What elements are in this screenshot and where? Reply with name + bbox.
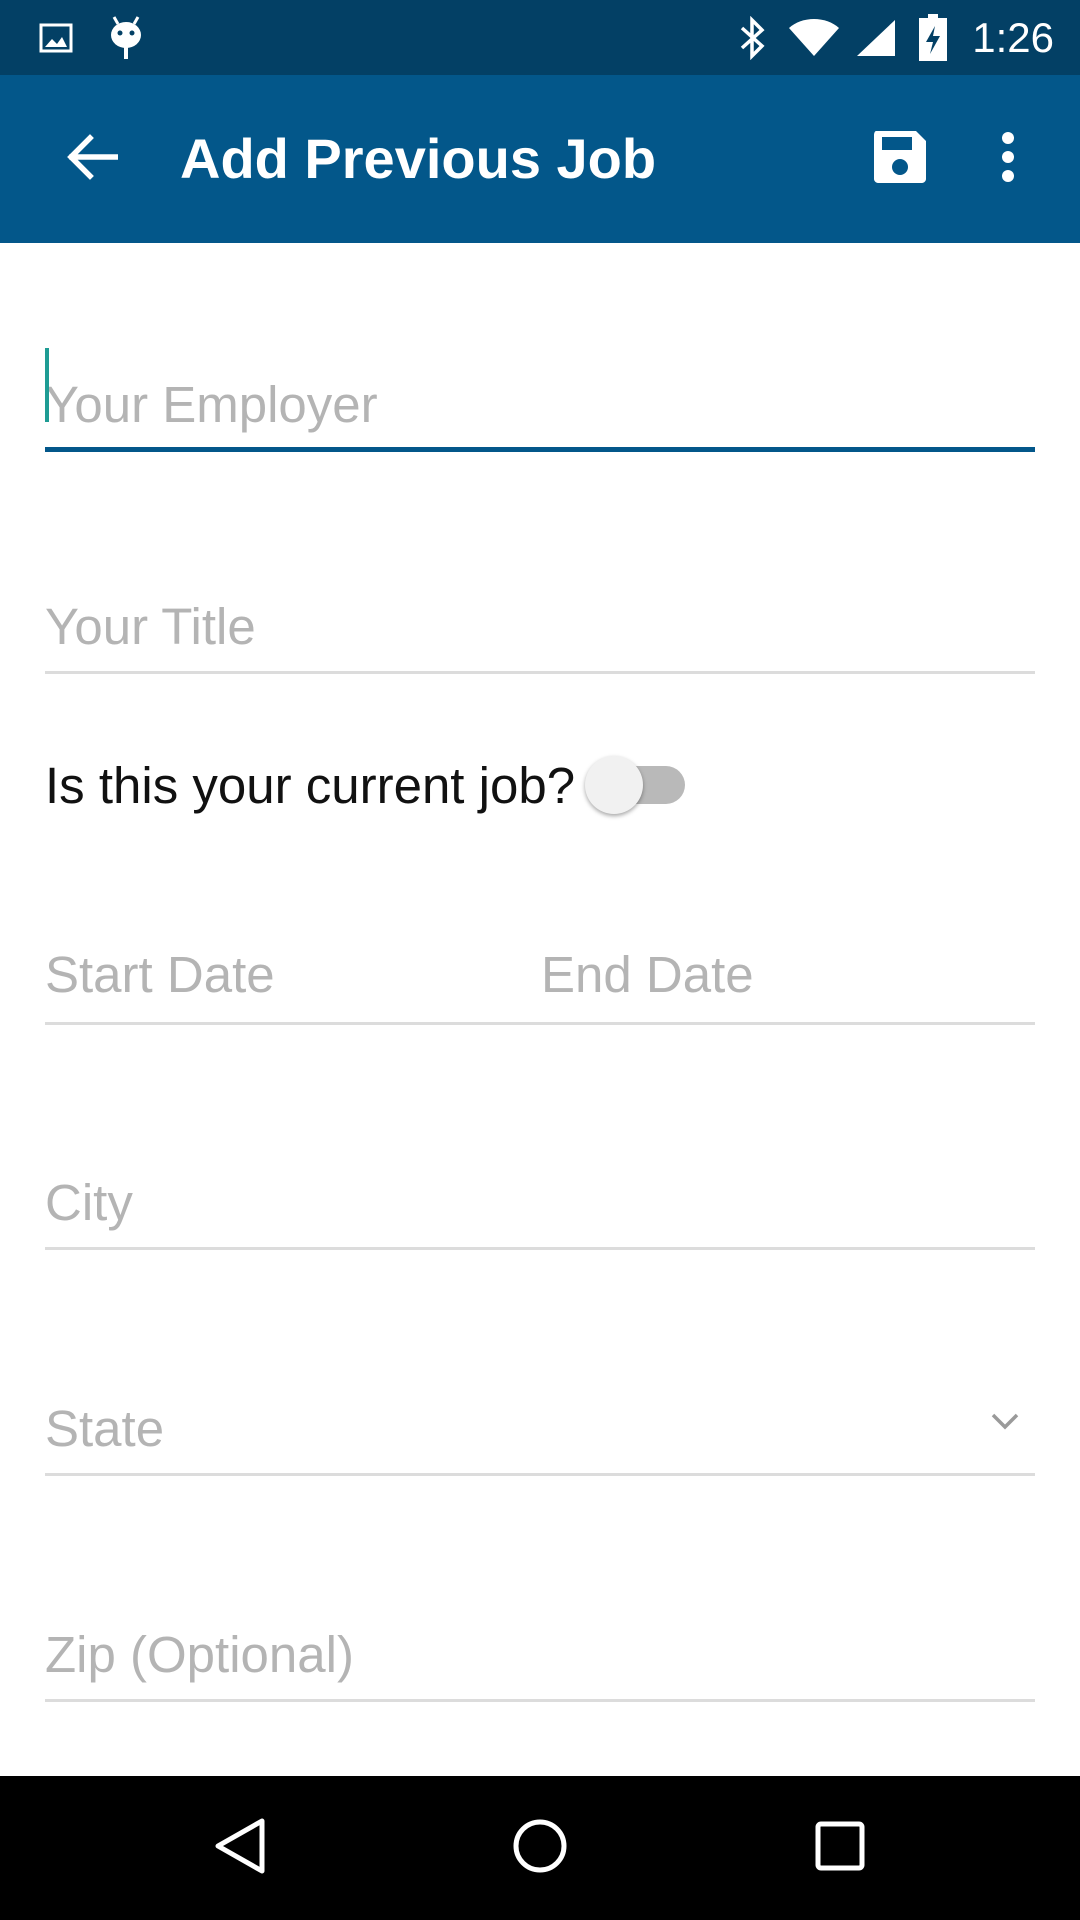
home-circle-icon <box>512 1818 568 1879</box>
chevron-down-icon <box>985 1406 1025 1436</box>
zip-underline <box>45 1699 1035 1702</box>
city-field: City <box>45 1146 1035 1250</box>
bluetooth-icon <box>732 0 772 75</box>
current-job-row: Is this your current job? <box>45 740 689 830</box>
image-icon <box>36 0 76 75</box>
nav-back-button[interactable] <box>190 1798 290 1898</box>
more-options-button[interactable] <box>958 109 1058 209</box>
save-button[interactable] <box>850 109 950 209</box>
employer-underline <box>45 447 1035 452</box>
nav-recents-button[interactable] <box>790 1798 890 1898</box>
state-select[interactable]: State <box>45 1372 1035 1476</box>
current-job-label: Is this your current job? <box>45 756 576 814</box>
back-triangle-icon <box>212 1816 268 1881</box>
android-icon <box>106 0 146 75</box>
switch-thumb <box>585 756 644 814</box>
zip-field: Zip (Optional) <box>45 1598 1035 1702</box>
title-underline <box>45 671 1035 674</box>
city-underline <box>45 1247 1035 1250</box>
cell-signal-icon <box>852 0 900 75</box>
end-date-field[interactable]: End Date <box>541 920 1035 1022</box>
battery-charging-icon <box>916 0 950 75</box>
text-cursor <box>45 348 49 422</box>
nav-home-button[interactable] <box>490 1798 590 1898</box>
start-date-placeholder: Start Date <box>45 946 275 1003</box>
page-title: Add Previous Job <box>180 127 657 190</box>
app-bar: Add Previous Job <box>0 75 1080 243</box>
state-underline <box>45 1473 1035 1476</box>
arrow-left-icon <box>66 133 119 186</box>
city-input[interactable] <box>45 1160 1035 1250</box>
floppy-disk-icon <box>872 129 928 190</box>
system-nav-bar <box>0 1776 1080 1920</box>
state-placeholder: State <box>45 1400 165 1457</box>
employer-field: Your Employer <box>45 340 1035 452</box>
start-date-field[interactable]: Start Date <box>45 920 525 1022</box>
status-bar: 1:26 <box>0 0 1080 75</box>
zip-input[interactable] <box>45 1612 1035 1702</box>
current-job-switch[interactable] <box>585 753 689 817</box>
more-vertical-icon <box>1000 131 1016 188</box>
date-underline <box>45 1022 1035 1025</box>
date-row: Start Date End Date <box>45 920 1035 1025</box>
title-input[interactable] <box>45 584 1035 674</box>
employer-input[interactable] <box>45 362 1035 452</box>
wifi-icon <box>786 0 842 75</box>
status-time: 1:26 <box>972 14 1054 61</box>
title-field: Your Title <box>45 570 1035 674</box>
recents-square-icon <box>814 1820 866 1877</box>
end-date-placeholder: End Date <box>541 946 754 1003</box>
back-button[interactable] <box>42 109 142 209</box>
